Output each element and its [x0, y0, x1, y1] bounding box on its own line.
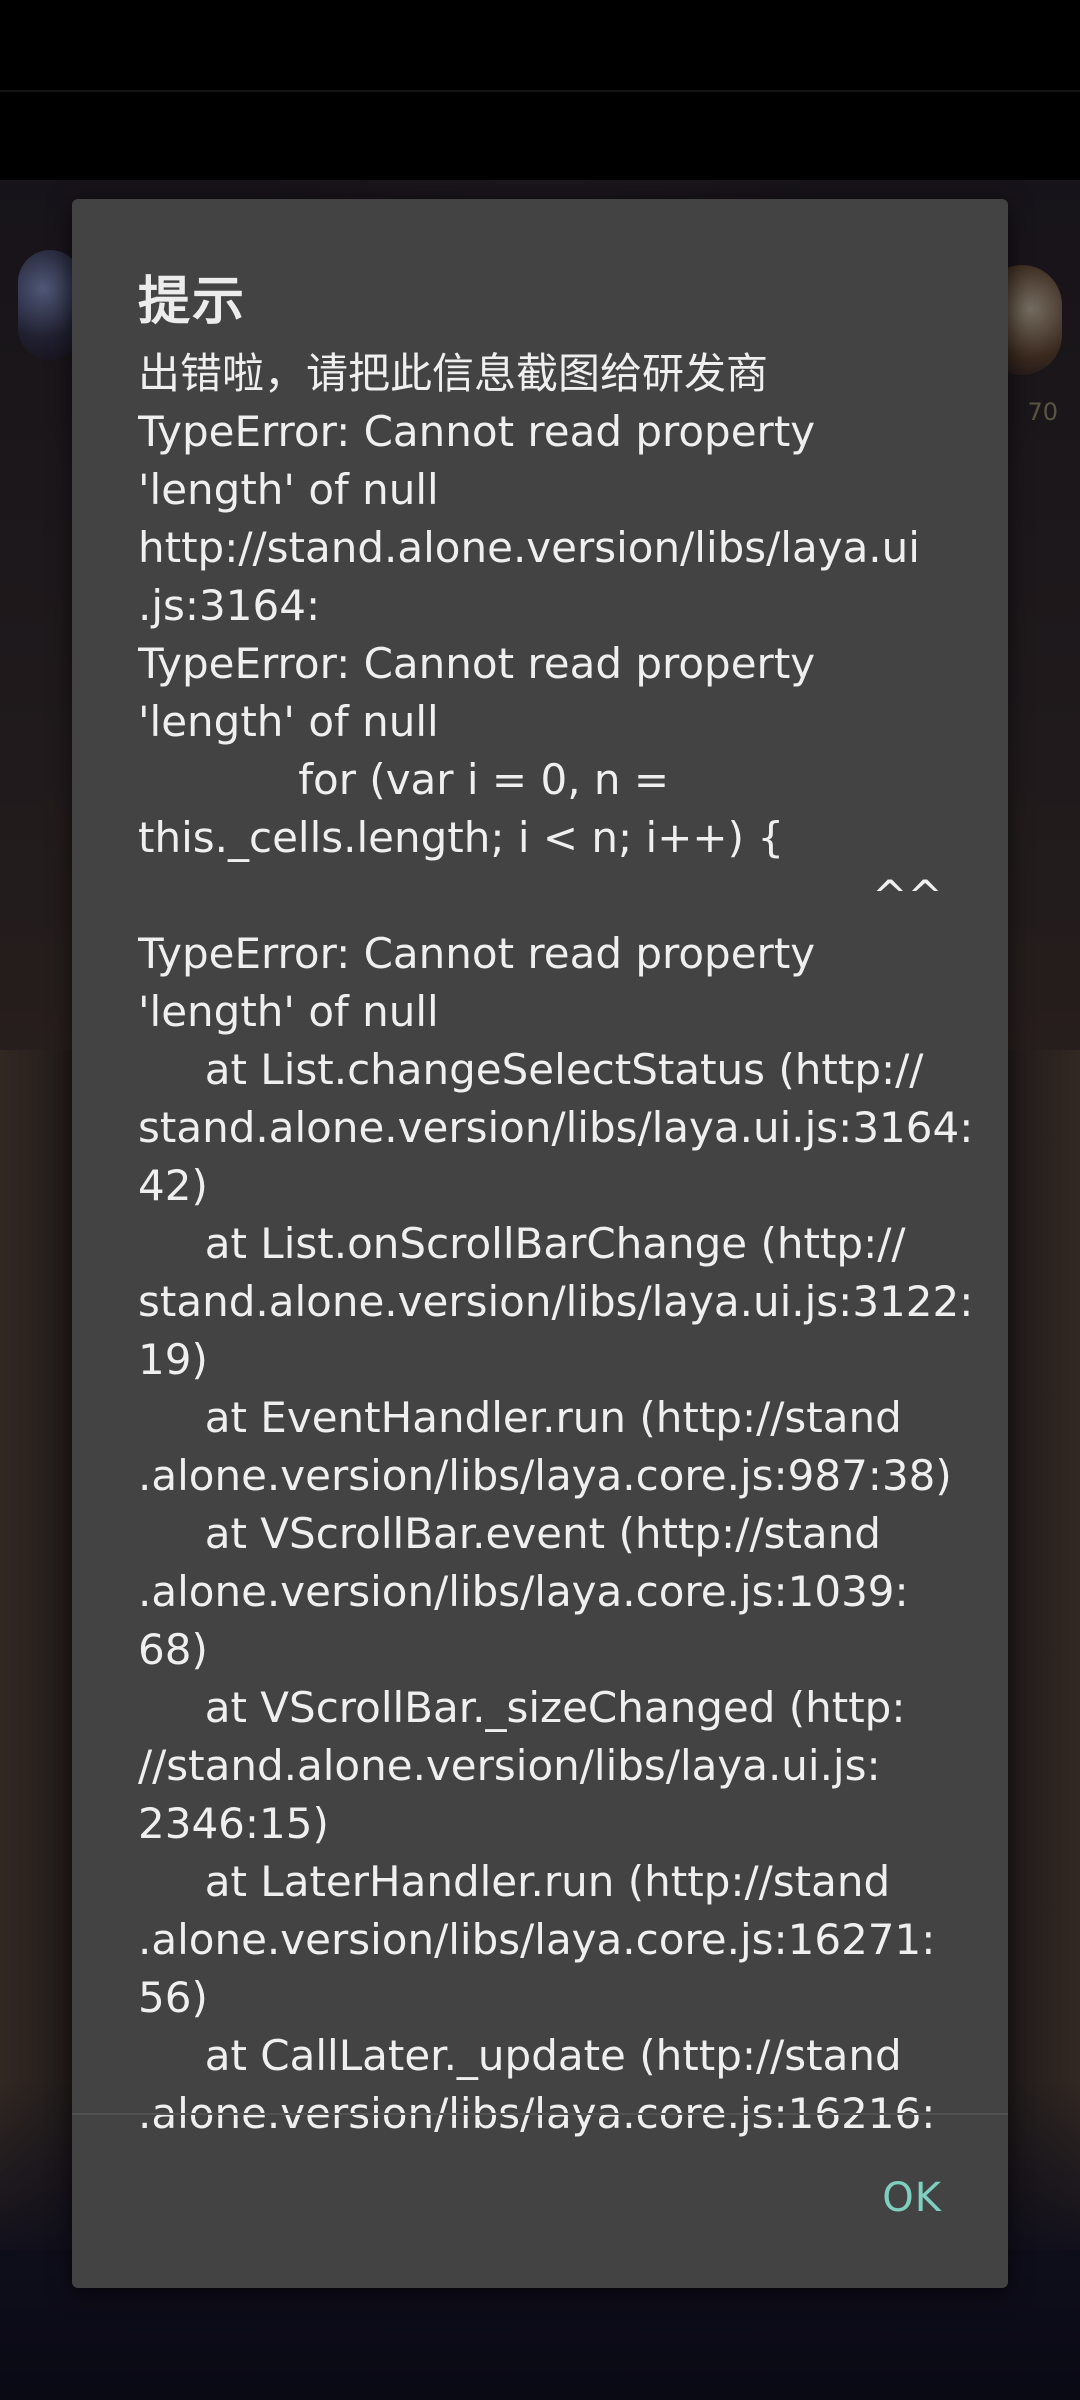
message-line: at List.onScrollBarChange (http:// — [138, 1219, 906, 1268]
status-divider — [0, 90, 1080, 92]
message-line: .js:3164: — [138, 581, 321, 630]
message-line: 'length' of null — [138, 697, 439, 746]
message-line: at List.changeSelectStatus (http:// — [138, 1045, 924, 1094]
message-line: 'length' of null — [138, 465, 439, 514]
status-bar — [0, 0, 1080, 90]
message-line: .alone.version/libs/laya.core.js:987:38) — [138, 1451, 952, 1500]
message-line: 出错啦，请把此信息截图给研发商 — [138, 349, 769, 398]
message-line: 2346:15) — [138, 1799, 329, 1848]
dialog-message: 出错啦，请把此信息截图给研发商 TypeError: Cannot read pr… — [138, 345, 974, 2143]
ok-button[interactable]: OK — [882, 2175, 942, 2221]
message-line: TypeError: Cannot read property — [138, 929, 816, 978]
message-line: for (var i = 0, n = — [138, 755, 670, 804]
message-line: at VScrollBar._sizeChanged (http: — [138, 1683, 906, 1732]
message-line: ^^ — [138, 871, 943, 920]
message-line: .alone.version/libs/laya.core.js:16271: — [138, 1915, 936, 1964]
message-line: at LaterHandler.run (http://stand — [138, 1857, 891, 1906]
message-line: .alone.version/libs/laya.core.js:1039: — [138, 1567, 909, 1616]
message-line: stand.alone.version/libs/laya.ui.js:3164… — [138, 1103, 974, 1152]
dialog-title: 提示 — [138, 272, 247, 332]
message-line: 'length' of null — [138, 987, 439, 1036]
message-line: 56) — [138, 1973, 208, 2022]
message-line: at EventHandler.run (http://stand — [138, 1393, 902, 1442]
message-line: 68) — [138, 1625, 208, 1674]
message-line: 19) — [138, 1335, 208, 1384]
message-line: TypeError: Cannot read property — [138, 639, 816, 688]
message-line: at VScrollBar.event (http://stand — [138, 1509, 881, 1558]
message-line: http://stand.alone.version/libs/laya.ui — [138, 523, 920, 572]
message-line: TypeError: Cannot read property — [138, 407, 816, 456]
message-line: stand.alone.version/libs/laya.ui.js:3122… — [138, 1277, 974, 1326]
message-line: this._cells.length; i < n; i++) { — [138, 813, 785, 862]
message-line: //stand.alone.version/libs/laya.ui.js: — [138, 1741, 881, 1790]
dialog-message-scroll[interactable]: 出错啦，请把此信息截图给研发商 TypeError: Cannot read pr… — [138, 345, 1008, 2159]
message-line: at CallLater._update (http://stand — [138, 2031, 902, 2080]
message-line: 42) — [138, 1161, 208, 1210]
dialog-divider — [72, 2113, 1008, 2115]
error-dialog: 提示 出错啦，请把此信息截图给研发商 TypeError: Cannot read… — [72, 199, 1008, 2288]
